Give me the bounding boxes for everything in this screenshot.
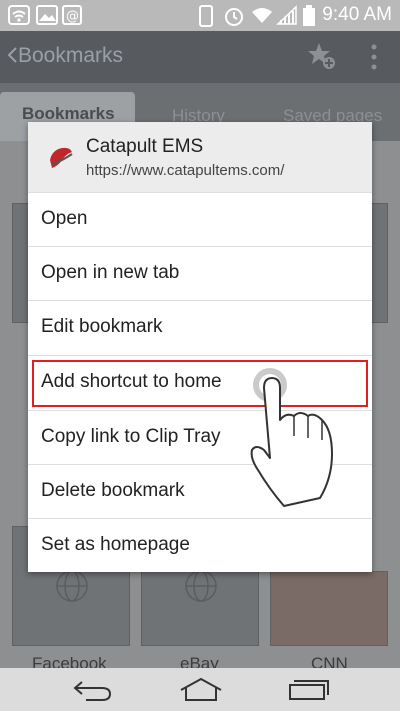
menu-item-set-homepage[interactable]: Set as homepage <box>28 518 372 572</box>
image-icon <box>36 5 58 25</box>
overflow-menu-icon[interactable] <box>366 41 382 73</box>
menu-item-label: Set as homepage <box>41 534 190 555</box>
wifi-icon <box>252 8 272 23</box>
home-nav-icon[interactable] <box>178 676 224 702</box>
phone-icon <box>199 5 213 27</box>
alarm-icon <box>225 8 243 26</box>
dialog-title: Catapult EMS <box>86 136 204 157</box>
app-bar: Bookmarks <box>0 31 400 83</box>
tab-bookmarks-label: Bookmarks <box>22 104 115 123</box>
back-nav-icon[interactable] <box>72 676 114 702</box>
dialog-header: Catapult EMS https://www.catapultems.com… <box>28 122 372 192</box>
navigation-bar <box>0 668 400 711</box>
tap-hand-icon <box>250 368 333 507</box>
menu-item-open-new-tab[interactable]: Open in new tab <box>28 246 372 300</box>
recent-apps-nav-icon[interactable] <box>288 676 330 702</box>
wifi-alt-icon <box>8 5 30 25</box>
page-title: Bookmarks <box>18 44 124 67</box>
globe-icon <box>56 570 88 602</box>
menu-item-label: Edit bookmark <box>41 316 163 337</box>
menu-item-edit-bookmark[interactable]: Edit bookmark <box>28 300 372 354</box>
menu-item-label: Open in new tab <box>41 262 180 283</box>
bookmark-tile-cnn-thumbnail[interactable] <box>270 571 388 646</box>
svg-text:@: @ <box>66 9 79 24</box>
signal-icon <box>276 5 297 25</box>
menu-item-label: Open <box>41 208 88 229</box>
menu-item-open[interactable]: Open <box>28 192 372 246</box>
menu-item-label: Delete bookmark <box>41 480 185 501</box>
globe-icon <box>185 570 217 602</box>
add-bookmark-icon[interactable] <box>307 41 337 71</box>
dialog-url: https://www.catapultems.com/ <box>86 162 285 179</box>
clock: 9:40 AM <box>322 4 392 25</box>
status-bar: @ 9:40 AM <box>0 0 400 31</box>
site-favicon-icon <box>50 147 73 168</box>
battery-icon <box>303 5 315 26</box>
email-icon: @ <box>62 5 82 25</box>
menu-item-label: Copy link to Clip Tray <box>41 426 221 447</box>
